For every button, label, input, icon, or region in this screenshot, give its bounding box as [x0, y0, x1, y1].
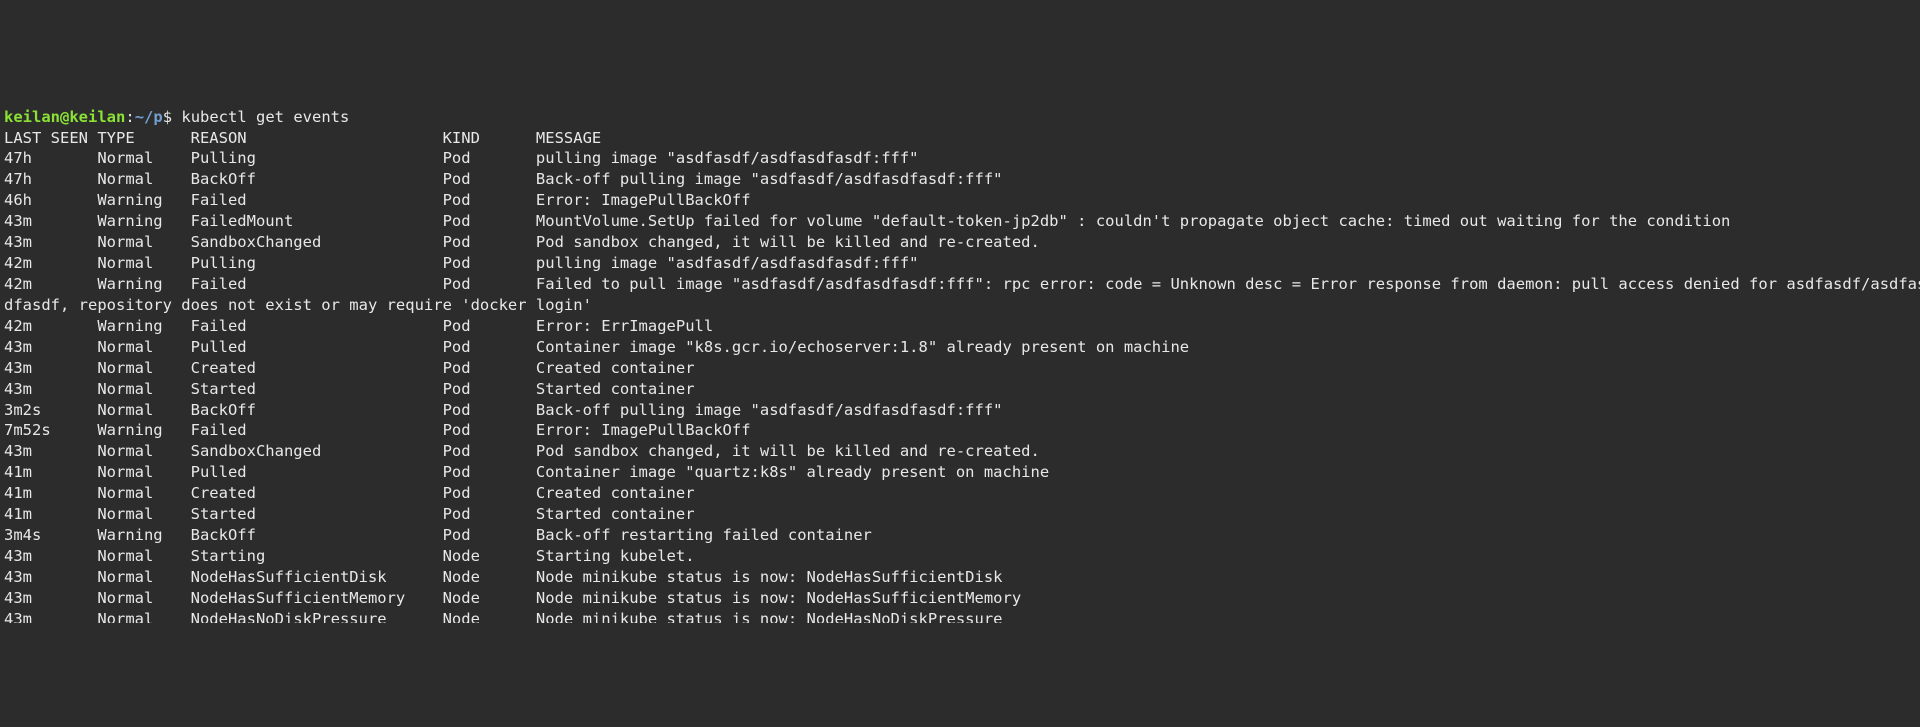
- header-row: LAST SEEN TYPE REASON KIND MESSAGE: [4, 129, 601, 147]
- event-row: 3m2s Normal BackOff Pod Back-off pulling…: [4, 401, 1003, 419]
- terminal[interactable]: keilan@keilan:~/p$ kubectl get events LA…: [0, 105, 1920, 623]
- prompt-user: keilan: [4, 108, 60, 126]
- event-row: 46h Warning Failed Pod Error: ImagePullB…: [4, 191, 751, 209]
- event-row: 47h Normal Pulling Pod pulling image "as…: [4, 149, 919, 167]
- event-row: 43m Normal SandboxChanged Pod Pod sandbo…: [4, 442, 1040, 460]
- event-row: 41m Normal Created Pod Created container: [4, 484, 695, 502]
- event-row: 41m Normal Started Pod Started container: [4, 505, 695, 523]
- event-row: 42m Normal Pulling Pod pulling image "as…: [4, 254, 919, 272]
- event-row: 43m Normal Created Pod Created container: [4, 359, 695, 377]
- output-area: LAST SEEN TYPE REASON KIND MESSAGE 47h N…: [4, 129, 1920, 623]
- prompt-dollar: $: [163, 108, 182, 126]
- event-row: 42m Warning Failed Pod Failed to pull im…: [4, 275, 1920, 293]
- prompt-path: ~/p: [135, 108, 163, 126]
- event-row: 43m Normal NodeHasSufficientDisk Node No…: [4, 568, 1003, 586]
- event-row: 41m Normal Pulled Pod Container image "q…: [4, 463, 1049, 481]
- event-row: 47h Normal BackOff Pod Back-off pulling …: [4, 170, 1003, 188]
- event-row: 7m52s Warning Failed Pod Error: ImagePul…: [4, 421, 751, 439]
- event-row: 43m Normal Started Pod Started container: [4, 380, 695, 398]
- event-row: 43m Normal Starting Node Starting kubele…: [4, 547, 695, 565]
- event-row: 43m Normal NodeHasSufficientMemory Node …: [4, 589, 1021, 607]
- event-row: 43m Normal NodeHasNoDiskPressure Node No…: [4, 610, 1003, 623]
- event-row: 43m Warning FailedMount Pod MountVolume.…: [4, 212, 1730, 230]
- event-row: 3m4s Warning BackOff Pod Back-off restar…: [4, 526, 872, 544]
- event-row: 43m Normal Pulled Pod Container image "k…: [4, 338, 1189, 356]
- event-row: 42m Warning Failed Pod Error: ErrImagePu…: [4, 317, 713, 335]
- prompt-colon: :: [125, 108, 134, 126]
- event-row: 43m Normal SandboxChanged Pod Pod sandbo…: [4, 233, 1040, 251]
- prompt-host: keilan: [69, 108, 125, 126]
- command-text: kubectl get events: [181, 108, 349, 126]
- event-row: dfasdf, repository does not exist or may…: [4, 296, 592, 314]
- prompt-at: @: [60, 108, 69, 126]
